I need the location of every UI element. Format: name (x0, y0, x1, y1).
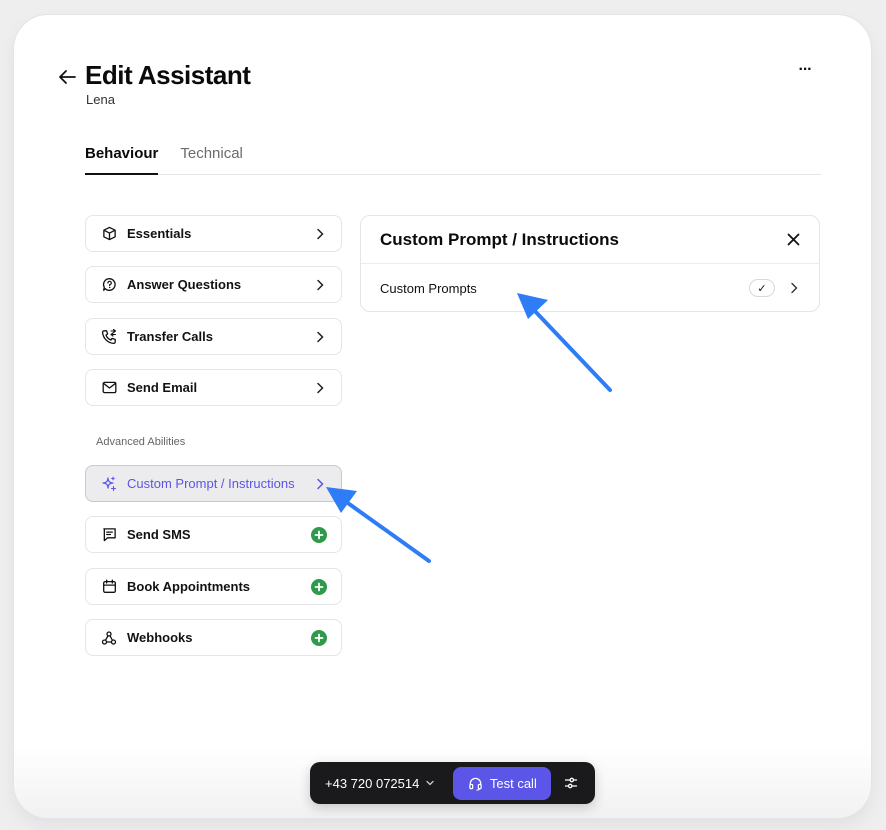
add-circle-icon[interactable] (311, 578, 327, 595)
ability-custom-prompt[interactable]: Custom Prompt / Instructions (85, 465, 342, 502)
chevron-right-icon (313, 381, 327, 395)
ability-send-sms[interactable]: Send SMS (85, 516, 342, 553)
ability-transfer-calls[interactable]: Transfer Calls (85, 318, 342, 355)
edit-assistant-card: Edit Assistant Lena ··· Behaviour Techni… (14, 15, 871, 818)
section-label-advanced: Advanced Abilities (96, 436, 186, 448)
ability-label: Custom Prompt / Instructions (127, 476, 295, 491)
add-circle-icon[interactable] (311, 629, 327, 646)
headset-icon (468, 776, 483, 791)
chevron-right-icon (313, 477, 327, 491)
panel-header: Custom Prompt / Instructions (361, 216, 819, 264)
ability-answer-questions[interactable]: Answer Questions (85, 266, 342, 303)
custom-prompts-row[interactable]: Custom Prompts ✓ (361, 264, 819, 312)
chevron-right-icon (313, 278, 327, 292)
custom-prompt-panel: Custom Prompt / Instructions Custom Prom… (360, 215, 820, 312)
ability-label: Book Appointments (127, 579, 251, 594)
tab-behaviour[interactable]: Behaviour (85, 143, 159, 175)
ability-label: Send SMS (127, 527, 191, 542)
row-label: Custom Prompts (380, 280, 477, 296)
test-call-label: Test call (489, 775, 537, 791)
phone-number-select[interactable]: +43 720 072514 (325, 776, 435, 791)
chevron-down-icon (425, 779, 435, 787)
sparkle-icon (101, 476, 117, 492)
assistant-name: Lena (86, 92, 115, 107)
ability-webhooks[interactable]: Webhooks (85, 619, 342, 656)
sliders-icon[interactable] (561, 773, 581, 793)
page-title: Edit Assistant (85, 60, 251, 90)
more-options-icon[interactable]: ··· (794, 61, 816, 79)
webhook-icon (101, 630, 117, 646)
panel-title: Custom Prompt / Instructions (380, 229, 619, 249)
message-icon (101, 527, 117, 543)
close-icon[interactable] (785, 232, 801, 248)
add-circle-icon[interactable] (311, 526, 327, 543)
ability-label: Send Email (127, 380, 198, 395)
ability-label: Transfer Calls (127, 329, 213, 344)
box-icon (101, 226, 117, 242)
chevron-right-icon (313, 227, 327, 241)
ability-book-appointments[interactable]: Book Appointments (85, 568, 342, 605)
back-arrow-icon[interactable] (57, 67, 77, 87)
chevron-right-icon (313, 330, 327, 344)
tab-bar: Behaviour Technical (85, 143, 821, 175)
ability-label: Webhooks (127, 630, 193, 645)
mail-icon (101, 380, 117, 396)
test-call-button[interactable]: Test call (453, 766, 552, 800)
calendar-icon (101, 579, 117, 595)
chat-question-icon (101, 277, 117, 293)
ability-send-email[interactable]: Send Email (85, 369, 342, 406)
phone-number: +43 720 072514 (325, 775, 420, 791)
ability-label: Answer Questions (127, 277, 242, 292)
chevron-right-icon (789, 282, 799, 294)
ability-label: Essentials (127, 226, 192, 241)
tab-technical[interactable]: Technical (180, 143, 243, 175)
test-call-bar: +43 720 072514 Test call (310, 762, 595, 804)
check-icon: ✓ (749, 279, 775, 297)
ability-essentials[interactable]: Essentials (85, 215, 342, 252)
phone-transfer-icon (101, 328, 117, 345)
